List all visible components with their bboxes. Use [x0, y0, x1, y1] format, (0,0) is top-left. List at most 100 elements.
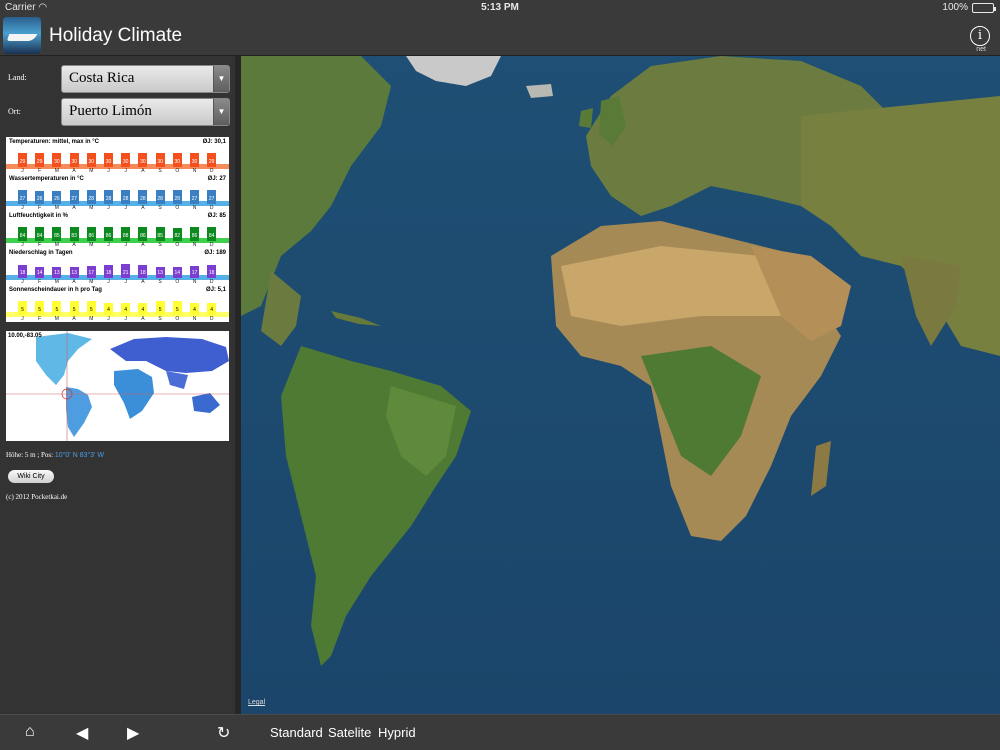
city-select[interactable]: Puerto Limón ▼: [61, 98, 230, 126]
month-label: S: [158, 316, 162, 322]
climate-bar-label: 85: [54, 233, 60, 239]
refresh-icon[interactable]: ↻: [217, 723, 230, 743]
climate-bar-label: 28: [105, 196, 112, 202]
climate-bar-label: 28: [157, 196, 163, 202]
climate-bar-label: 13: [54, 270, 60, 276]
climate-bar-label: 84: [19, 233, 26, 239]
climate-row-title: Niederschlag in Tagen: [9, 250, 73, 256]
month-label: J: [124, 316, 127, 322]
climate-bar-label: 18: [19, 270, 26, 276]
battery-icon: [972, 2, 996, 13]
climate-row: Luftfeuchtigkeit in % ØJ: 85 84 J 84 F 85 M 83 A 8…: [6, 211, 229, 248]
climate-bar-label: 27: [19, 196, 26, 202]
climate-bar-label: 4: [193, 307, 196, 313]
climate-bar-label: 28: [88, 196, 95, 202]
position-info: Höhe: 5 m ; Pos: 10°0' N 83°3' W: [6, 451, 104, 459]
info-label: net: [976, 46, 986, 53]
map-type-satellite[interactable]: Satelite: [328, 725, 371, 740]
month-label: M: [89, 316, 94, 322]
climate-bar-label: 29: [36, 159, 43, 165]
climate-bar-label: 30: [88, 159, 95, 165]
climate-bar-label: 4: [210, 307, 214, 313]
climate-bar-label: 28: [174, 196, 181, 202]
climate-row-title: Temperaturen: mittel, max in °C: [9, 139, 99, 145]
climate-bar-label: 30: [71, 159, 77, 165]
climate-row-average: ØJ: 30,1: [202, 139, 226, 145]
climate-bar-label: 28: [140, 196, 146, 202]
battery-status: 100%: [942, 2, 996, 13]
climate-bar-label: 85: [157, 233, 163, 239]
country-select[interactable]: Costa Rica ▼: [61, 65, 230, 93]
climate-bar-label: 4: [124, 307, 128, 313]
minimap-coords: 10.00,-83.05: [8, 333, 42, 339]
climate-bar-label: 30: [140, 159, 146, 165]
back-arrow-icon[interactable]: ◀: [76, 723, 88, 743]
climate-bar-label: 82: [174, 233, 181, 239]
climate-bar-label: 5: [158, 307, 162, 313]
climate-bar-label: 30: [191, 159, 198, 165]
city-label: Ort:: [8, 107, 21, 116]
climate-row-average: ØJ: 27: [207, 176, 226, 182]
climate-bar-label: 5: [38, 307, 42, 313]
climate-row-title: Wassertemperaturen in °C: [9, 176, 84, 182]
climate-row-title: Sonnenscheindauer in h pro Tag: [9, 287, 102, 293]
climate-bar-label: 5: [89, 307, 93, 313]
forward-arrow-icon[interactable]: ▶: [127, 723, 139, 743]
city-value: Puerto Limón: [69, 103, 152, 119]
climate-bar-label: 17: [88, 270, 95, 276]
climate-bar-label: 14: [174, 270, 181, 276]
climate-bar-label: 4: [141, 307, 145, 313]
country-value: Costa Rica: [69, 70, 135, 86]
climate-bar-label: 27: [71, 196, 77, 202]
home-icon[interactable]: ⌂: [25, 723, 35, 741]
app-title: Holiday Climate: [49, 25, 183, 46]
clock: 5:13 PM: [481, 2, 519, 13]
climate-bar-label: 26: [36, 196, 43, 202]
climate-bar-label: 5: [175, 307, 179, 313]
climate-bar-label: 86: [140, 233, 146, 239]
climate-bar-label: 30: [54, 159, 60, 165]
month-label: A: [72, 316, 76, 322]
climate-bar-label: 30: [122, 159, 129, 165]
climate-bar-label: 13: [157, 270, 163, 276]
position-link[interactable]: 10°0' N 83°3' W: [55, 452, 104, 459]
climate-bar-label: 29: [208, 159, 215, 165]
climate-chart: Temperaturen: mittel, max in °C ØJ: 30,1 2…: [6, 137, 229, 322]
climate-row-title: Luftfeuchtigkeit in %: [9, 213, 68, 219]
month-label: J: [107, 316, 110, 322]
climate-bar-label: 27: [208, 196, 215, 202]
climate-bar-label: 86: [191, 233, 198, 239]
status-bar: Carrier ◠ 5:13 PM 100%: [0, 0, 1000, 16]
month-label: N: [192, 316, 197, 322]
climate-bar-label: 26: [54, 196, 60, 202]
climate-bar-label: 84: [36, 233, 43, 239]
map-type-hybrid[interactable]: Hyprid: [378, 725, 416, 740]
climate-row-average: ØJ: 5,1: [205, 287, 226, 293]
climate-bar-label: 84: [208, 233, 215, 239]
info-icon[interactable]: i: [970, 26, 990, 46]
month-label: O: [175, 316, 180, 322]
climate-bar-label: 18: [140, 270, 146, 276]
climate-bar-label: 5: [72, 307, 76, 313]
climate-bar-label: 5: [21, 307, 24, 313]
satellite-map[interactable]: Legal: [241, 56, 1000, 714]
climate-row-average: ØJ: 189: [204, 250, 226, 256]
climate-bar-label: 13: [71, 270, 77, 276]
climate-bar-label: 30: [105, 159, 112, 165]
climate-bar-label: 21: [122, 270, 129, 276]
legal-link[interactable]: Legal: [248, 699, 265, 706]
country-label: Land:: [8, 73, 27, 82]
climate-bar-label: 86: [105, 233, 112, 239]
world-minimap[interactable]: 10.00,-83.05: [6, 331, 229, 441]
map-svg: [241, 56, 1000, 714]
climate-bar-label: 30: [157, 159, 163, 165]
climate-row-average: ØJ: 85: [207, 213, 226, 219]
wiki-city-button[interactable]: Wiki City: [8, 470, 54, 483]
climate-bar-label: 30: [174, 159, 181, 165]
month-label: M: [54, 316, 59, 322]
climate-bar-label: 28: [122, 196, 129, 202]
month-label: F: [38, 316, 42, 322]
climate-bar-label: 83: [71, 233, 77, 239]
climate-bar-label: 5: [55, 307, 59, 313]
map-type-standard[interactable]: Standard: [270, 725, 323, 740]
